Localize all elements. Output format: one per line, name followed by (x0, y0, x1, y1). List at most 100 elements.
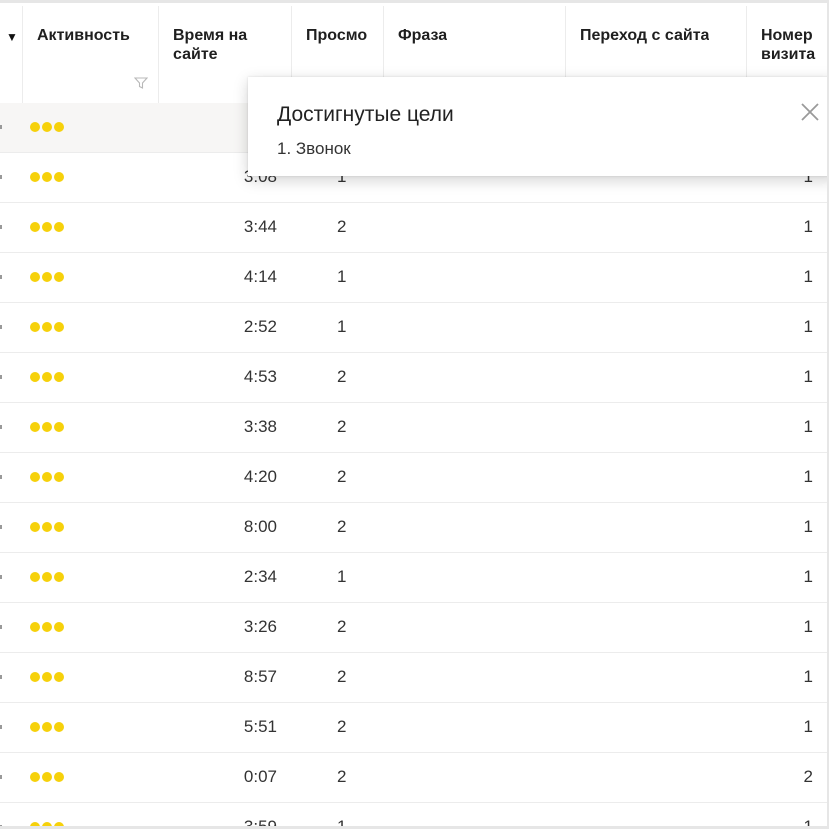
cell-visit-number: 1 (803, 317, 813, 336)
cell-time-on-site: 3:38 (243, 417, 277, 436)
table-row[interactable]: 4:53 2 1 (0, 353, 827, 403)
cell-visit-number: 1 (803, 267, 813, 286)
close-icon[interactable] (800, 102, 820, 122)
activity-dot (42, 772, 52, 782)
activity-dot (54, 622, 64, 632)
table-row[interactable]: 8:57 2 1 (0, 653, 827, 703)
cell-time-on-site: 3:26 (243, 617, 277, 636)
cell-time-on-site: 3:59 (243, 817, 277, 829)
activity-dot (30, 622, 40, 632)
activity-dot (42, 272, 52, 282)
activity-dot (54, 322, 64, 332)
row-edge-marker (0, 375, 2, 379)
column-label-visit-number: Номер визита (761, 27, 816, 63)
activity-dot (30, 722, 40, 732)
activity-dot (30, 422, 40, 432)
column-header-activity[interactable]: Активность (23, 6, 159, 103)
activity-dot (54, 472, 64, 482)
table-row[interactable]: 2:34 1 1 (0, 553, 827, 603)
activity-dot (30, 322, 40, 332)
row-edge-marker (0, 675, 2, 679)
table-row[interactable]: 3:59 1 1 (0, 803, 827, 829)
activity-dot (30, 822, 40, 826)
activity-dot (30, 172, 40, 182)
cell-visit-number: 1 (803, 717, 813, 736)
activity-dot (42, 722, 52, 732)
cell-visit-number: 1 (803, 667, 813, 686)
table-row[interactable]: 3:26 2 1 (0, 603, 827, 653)
activity-dot (54, 272, 64, 282)
row-edge-marker (0, 325, 2, 329)
cell-visit-number: 1 (803, 517, 813, 536)
row-edge-marker (0, 225, 2, 229)
activity-indicator (30, 322, 64, 332)
activity-dot (42, 522, 52, 532)
cell-visit-number: 1 (803, 467, 813, 486)
activity-dot (30, 572, 40, 582)
activity-dot (30, 222, 40, 232)
cell-visit-number: 1 (803, 367, 813, 386)
activity-dot (42, 672, 52, 682)
goals-popup: Достигнутые цели 1. Звонок (248, 77, 827, 176)
activity-dot (54, 422, 64, 432)
activity-indicator (30, 422, 64, 432)
activity-dot (42, 372, 52, 382)
cell-views: 2 (337, 217, 347, 236)
column-label-referral: Переход с сайта (580, 27, 710, 44)
cell-views: 2 (337, 617, 347, 636)
cell-visit-number: 1 (803, 817, 813, 829)
visits-table-frame: ▼ Активность Время на сайте Просмо Фраза… (0, 0, 829, 829)
activity-indicator (30, 372, 64, 382)
table-row[interactable]: 8:00 2 1 (0, 503, 827, 553)
activity-dot (42, 172, 52, 182)
table-row[interactable]: 2:52 1 1 (0, 303, 827, 353)
activity-dot (54, 122, 64, 132)
activity-dot (30, 772, 40, 782)
column-label-time-on-site: Время на сайте (173, 27, 248, 63)
table-row[interactable]: 4:14 1 1 (0, 253, 827, 303)
activity-dot (30, 672, 40, 682)
cell-time-on-site: 5:51 (243, 717, 277, 736)
activity-dot (54, 522, 64, 532)
row-edge-marker (0, 775, 2, 779)
column-header-sort[interactable]: ▼ (0, 6, 23, 103)
activity-dot (42, 572, 52, 582)
cell-visit-number: 1 (803, 417, 813, 436)
activity-dot (54, 372, 64, 382)
activity-dot (42, 122, 52, 132)
activity-dot (30, 272, 40, 282)
activity-indicator (30, 222, 64, 232)
cell-time-on-site: 2:34 (243, 567, 277, 586)
table-row[interactable]: 3:38 2 1 (0, 403, 827, 453)
row-edge-marker (0, 125, 2, 129)
cell-views: 1 (337, 317, 347, 336)
cell-visit-number: 2 (803, 767, 813, 786)
cell-time-on-site: 3:44 (243, 217, 277, 236)
row-edge-marker (0, 275, 2, 279)
activity-indicator (30, 172, 64, 182)
activity-indicator (30, 522, 64, 532)
activity-dot (54, 822, 64, 826)
table-row[interactable]: 3:44 2 1 (0, 203, 827, 253)
table-row[interactable]: 5:51 2 1 (0, 703, 827, 753)
cell-views: 1 (337, 817, 347, 829)
activity-indicator (30, 472, 64, 482)
row-edge-marker (0, 475, 2, 479)
table-row[interactable]: 0:07 2 2 (0, 753, 827, 803)
filter-icon[interactable] (134, 77, 148, 89)
cell-views: 2 (337, 667, 347, 686)
sort-desc-icon[interactable]: ▼ (6, 28, 18, 47)
row-edge-marker (0, 425, 2, 429)
activity-indicator (30, 572, 64, 582)
cell-views: 2 (337, 717, 347, 736)
cell-views: 1 (337, 567, 347, 586)
activity-dot (54, 172, 64, 182)
cell-time-on-site: 8:00 (243, 517, 277, 536)
popup-title: Достигнутые цели (277, 103, 454, 126)
cell-views: 1 (337, 267, 347, 286)
cell-time-on-site: 4:53 (243, 367, 277, 386)
cell-views: 2 (337, 467, 347, 486)
row-edge-marker (0, 725, 2, 729)
cell-views: 2 (337, 767, 347, 786)
table-row[interactable]: 4:20 2 1 (0, 453, 827, 503)
